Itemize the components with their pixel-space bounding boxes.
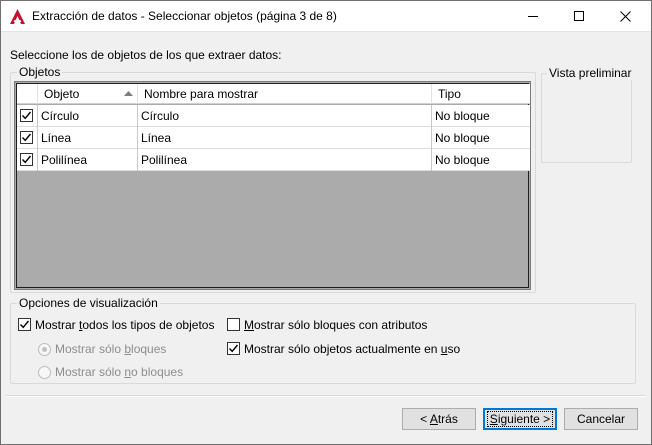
blocks-with-attributes-checkbox[interactable] xyxy=(227,318,240,331)
header-tipo-label: Tipo xyxy=(438,87,461,101)
preview-groupbox xyxy=(541,73,632,163)
cancel-button[interactable]: Cancelar xyxy=(564,408,638,430)
row-checkbox-cell xyxy=(17,127,38,149)
row-checkbox-cell xyxy=(17,105,38,127)
footer-separator xyxy=(6,395,646,397)
radio-selected-dot xyxy=(42,347,47,352)
row-type-cell: No bloque xyxy=(435,131,490,145)
instructions-text: Seleccione los de objetos de los que ext… xyxy=(10,48,282,62)
table-row[interactable]: Línea Línea No bloque xyxy=(17,127,530,149)
title-bar[interactable]: Extracción de datos - Seleccionar objeto… xyxy=(1,1,651,32)
objects-in-use-label: Mostrar sólo objetos actualmente en uso xyxy=(244,342,461,356)
only-non-blocks-label: Mostrar sólo no bloques xyxy=(55,365,184,379)
next-button[interactable]: Siguiente > xyxy=(483,408,557,430)
close-icon xyxy=(620,11,631,22)
dialog-window: Extracción de datos - Seleccionar objeto… xyxy=(0,0,652,445)
row-object-cell: Polilínea xyxy=(38,149,138,171)
header-objeto[interactable]: Objeto xyxy=(38,84,138,104)
row-object-cell: Línea xyxy=(38,127,138,149)
grid-header: Objeto Nombre para mostrar Tipo xyxy=(17,84,530,104)
display-options-group-label: Opciones de visualización xyxy=(17,296,160,310)
row-checkbox[interactable] xyxy=(20,109,33,122)
row-type-cell: No bloque xyxy=(435,153,490,167)
table-row[interactable]: Polilínea Polilínea No bloque xyxy=(17,149,530,171)
row-type-cell: No bloque xyxy=(435,109,490,123)
checkmark-icon xyxy=(21,133,32,142)
table-row[interactable]: Círculo Círculo No bloque xyxy=(17,105,530,127)
show-all-types-checkbox[interactable] xyxy=(18,318,31,331)
checkmark-icon xyxy=(19,320,30,329)
only-non-blocks-radio[interactable] xyxy=(38,366,51,379)
autocad-logo-icon xyxy=(10,9,25,24)
checkmark-icon xyxy=(21,111,32,120)
blocks-with-attributes-label: Mostrar sólo bloques con atributos xyxy=(244,318,428,332)
row-object-cell: Círculo xyxy=(38,105,138,127)
row-checkbox[interactable] xyxy=(20,131,33,144)
header-tipo[interactable]: Tipo xyxy=(432,84,530,104)
header-checkbox-column xyxy=(17,84,38,104)
row-checkbox-cell xyxy=(17,149,38,171)
minimize-icon xyxy=(528,16,538,17)
only-blocks-label: Mostrar sólo bloques xyxy=(55,342,167,356)
window-title: Extracción de datos - Seleccionar objeto… xyxy=(32,9,337,23)
maximize-icon xyxy=(574,11,584,21)
row-display-name-cell[interactable]: Línea xyxy=(138,127,432,149)
close-button[interactable] xyxy=(603,1,649,32)
sort-ascending-icon xyxy=(124,91,133,96)
next-button-focus: Siguiente > xyxy=(486,411,554,427)
maximize-button[interactable] xyxy=(557,1,603,32)
header-nombre-label: Nombre para mostrar xyxy=(144,87,259,101)
show-all-types-label: Mostrar todos los tipos de objetos xyxy=(35,318,215,332)
row-display-name-cell[interactable]: Círculo xyxy=(138,105,432,127)
objects-group-label: Objetos xyxy=(17,65,63,79)
only-blocks-radio[interactable] xyxy=(38,343,51,356)
checkmark-icon xyxy=(228,344,239,353)
back-button[interactable]: < Atrás xyxy=(402,408,476,430)
objects-grid[interactable]: Objeto Nombre para mostrar Tipo Círculo xyxy=(14,81,531,290)
header-objeto-label: Objeto xyxy=(44,87,80,101)
preview-group-label: Vista preliminar xyxy=(547,66,634,80)
row-display-name-cell[interactable]: Polilínea xyxy=(138,149,432,171)
objects-in-use-checkbox[interactable] xyxy=(227,342,240,355)
row-checkbox[interactable] xyxy=(20,153,33,166)
header-nombre-para-mostrar[interactable]: Nombre para mostrar xyxy=(138,84,432,104)
checkmark-icon xyxy=(21,155,32,164)
minimize-button[interactable] xyxy=(511,1,557,32)
